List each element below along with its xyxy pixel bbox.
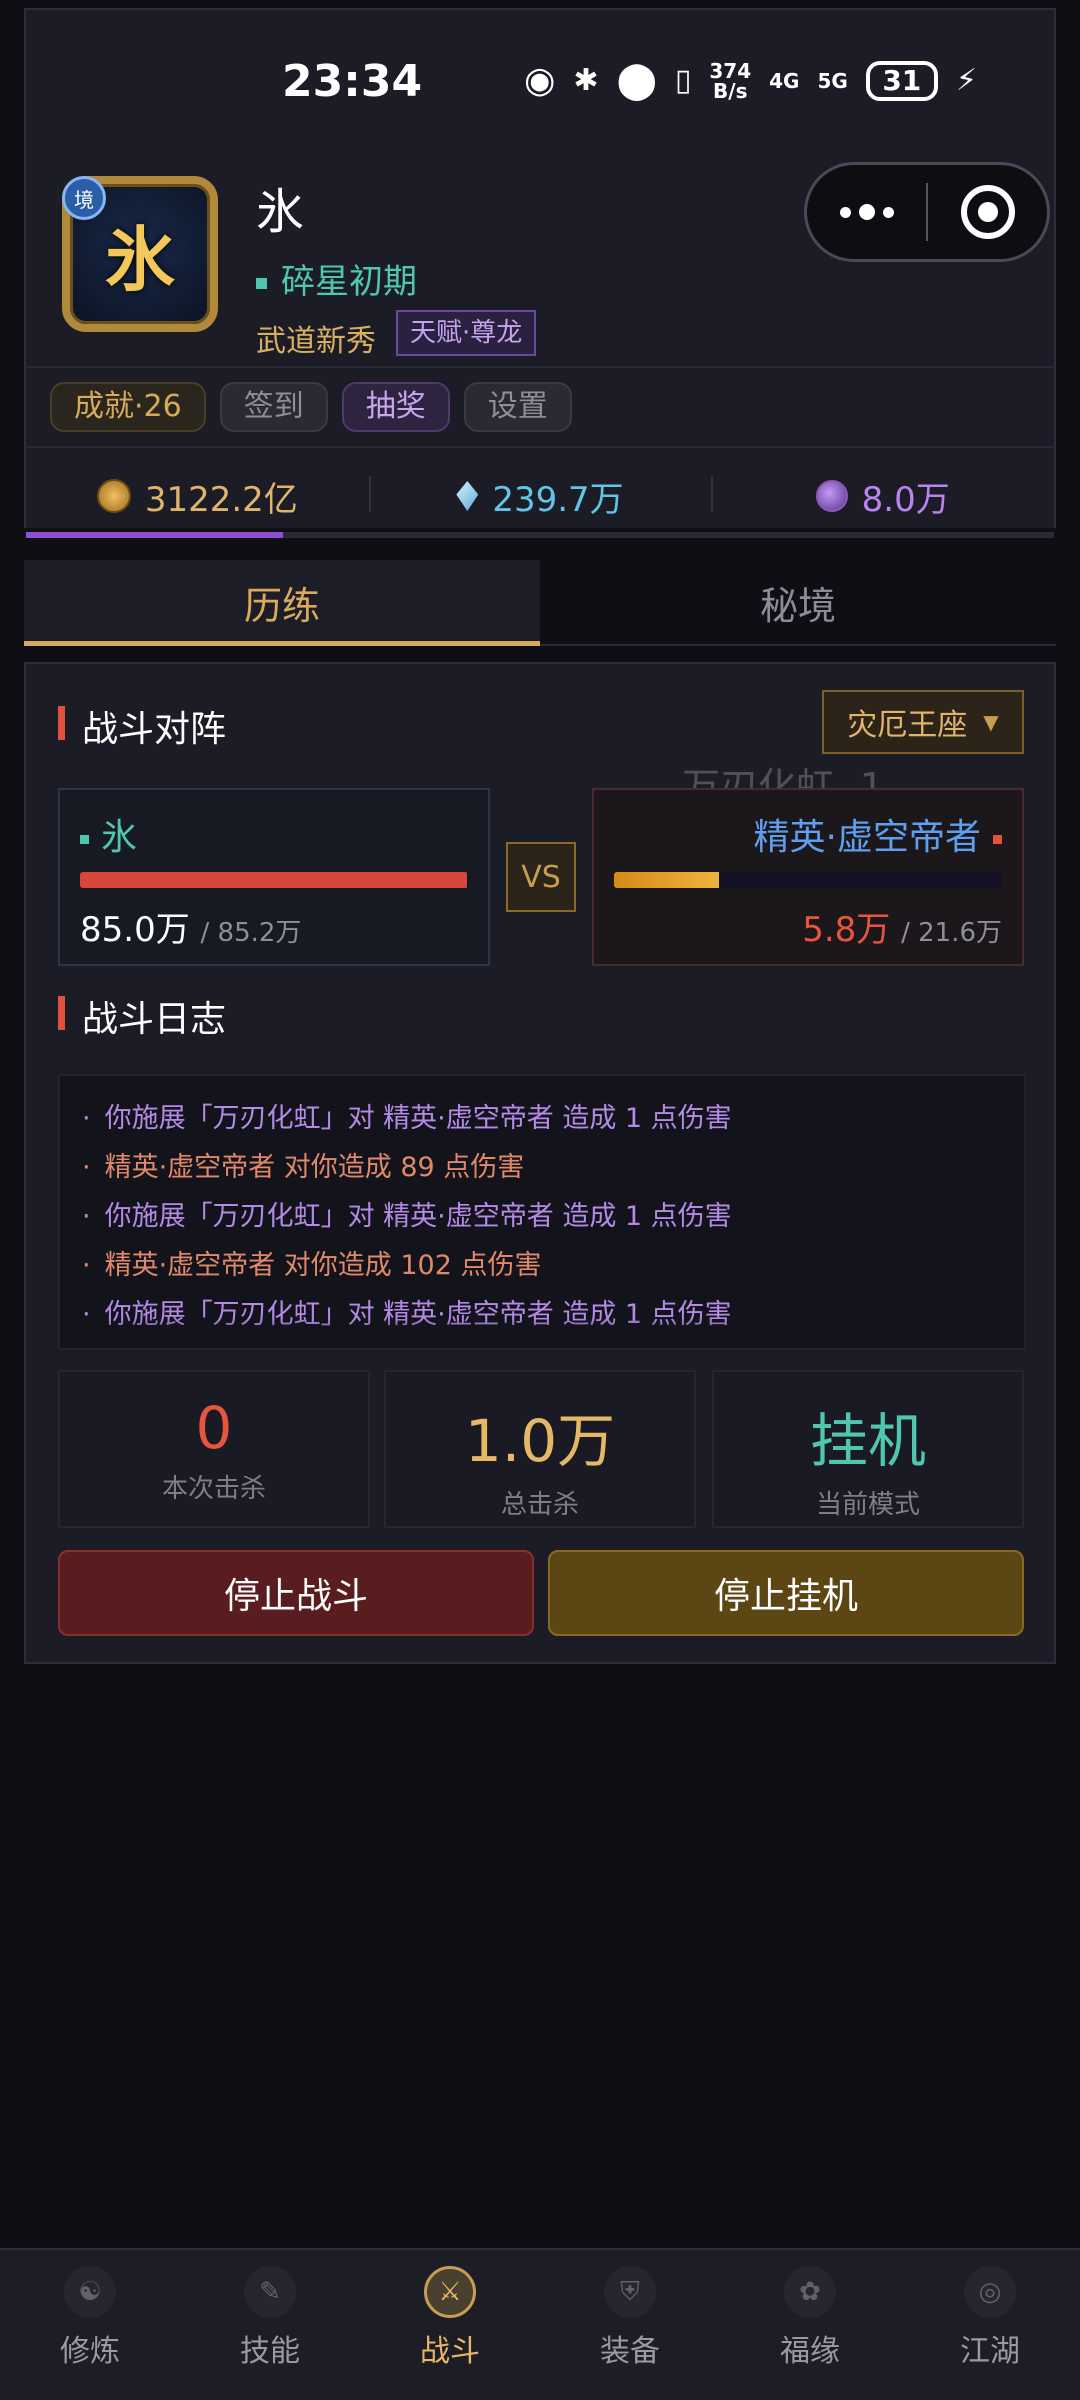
equipment-icon: ⛨ [604, 2266, 656, 2318]
crossed-swords-icon: ⚔ [424, 2266, 476, 2318]
log-line: 你施展「万刃化虹」对 精英·虚空帝者 造成 1 点伤害 [82, 1094, 1002, 1143]
orb-amount: 8.0万 [861, 479, 950, 520]
signal-4g-icon: 4G [769, 68, 800, 93]
miniprogram-capsule [804, 162, 1050, 262]
enemy-hp-bar [614, 872, 1002, 888]
nav-label: 技能 [240, 2334, 300, 2369]
nav-skills[interactable]: ✎ 技能 [180, 2250, 360, 2400]
session-kills-stat: 0 本次击杀 [58, 1370, 370, 1528]
purple-orb-icon [815, 480, 848, 512]
stop-battle-button[interactable]: 停止战斗 [58, 1550, 534, 1636]
cultivate-icon: ☯ [64, 2266, 116, 2318]
status-icons: ◉ ✱ ⬤ ▯ 374 B/s 4G 5G 31 ⚡ [524, 60, 977, 101]
map-dropdown[interactable]: 灾厄王座 ▼ [822, 690, 1024, 754]
achievement-chip[interactable]: 成就·26 [50, 382, 206, 432]
map-dropdown-value: 灾厄王座 [847, 708, 968, 743]
gold-coin-icon [96, 479, 131, 513]
nav-label: 江湖 [960, 2334, 1020, 2369]
log-line: 精英·虚空帝者 对你造成 102 点伤害 [82, 1241, 1002, 1290]
bluetooth-icon: ✱ [573, 63, 599, 98]
current-mode-value: 挂机 [809, 1407, 926, 1475]
settings-chip[interactable]: 设置 [463, 382, 572, 432]
chevron-down-icon: ▼ [983, 710, 999, 734]
log-section-title: 战斗日志 [58, 990, 226, 1042]
avatar[interactable]: 氷 境 [62, 176, 218, 332]
nav-label: 福缘 [780, 2334, 840, 2369]
location-icon: ⬤ [616, 60, 657, 101]
current-mode-stat: 挂机 当前模式 [712, 1370, 1024, 1528]
header-divider [26, 366, 1054, 368]
mode-tabs: 历练 秘境 [24, 560, 1056, 646]
lottery-chip[interactable]: 抽奖 [341, 382, 450, 432]
diamond-amount: 239.7万 [492, 479, 624, 520]
clock: 23:34 [282, 56, 423, 107]
signal-5g-icon: 5G [817, 68, 848, 93]
fortune-icon: ✿ [784, 2266, 836, 2318]
player-hp-bar [80, 872, 468, 888]
session-kills-label: 本次击杀 [161, 1474, 266, 1504]
close-miniprogram-icon[interactable] [928, 185, 1047, 239]
gold-amount: 3122.2亿 [144, 479, 298, 520]
nav-world[interactable]: ◎ 江湖 [900, 2250, 1080, 2400]
battery-icon: 31 [865, 60, 938, 101]
player-fighter-name: 氷 [80, 808, 137, 860]
diamond-currency: 239.7万 [368, 454, 712, 538]
current-mode-label: 当前模式 [815, 1490, 920, 1520]
battle-section-title: 战斗对阵 [58, 700, 226, 752]
tab-secret-realm[interactable]: 秘境 [540, 560, 1056, 644]
status-bar: 23:34 ◉ ✱ ⬤ ▯ 374 B/s 4G 5G 31 ⚡ [24, 8, 1056, 148]
skill-icon: ✎ [244, 2266, 296, 2318]
enemy-hp-text: 5.8万 / 21.6万 [802, 910, 1002, 950]
stop-idle-button[interactable]: 停止挂机 [548, 1550, 1024, 1636]
player-card: 氷 85.0万 / 85.2万 [58, 788, 490, 966]
total-kills-label: 总击杀 [500, 1490, 579, 1520]
realm-badge-icon: 境 [62, 176, 106, 220]
network-speed: 374 B/s [709, 58, 752, 103]
nav-fortune[interactable]: ✿ 福缘 [720, 2250, 900, 2400]
experience-bar [26, 532, 1054, 538]
player-name: 氷 [256, 184, 305, 240]
nav-label: 修炼 [60, 2334, 120, 2369]
eye-icon: ◉ [524, 60, 556, 101]
total-kills-stat: 1.0万 总击杀 [384, 1370, 696, 1528]
talent-tag[interactable]: 天赋·尊龙 [396, 310, 537, 356]
nav-cultivate[interactable]: ☯ 修炼 [0, 2250, 180, 2400]
session-kills-value: 0 [195, 1394, 233, 1462]
player-title: 武道新秀 [256, 324, 376, 359]
player-hp-text: 85.0万 / 85.2万 [80, 910, 302, 950]
total-kills-value: 1.0万 [464, 1407, 616, 1475]
tab-training[interactable]: 历练 [24, 560, 540, 646]
orb-currency: 8.0万 [711, 454, 1054, 538]
more-options-icon[interactable] [807, 204, 926, 220]
charging-icon: ⚡ [955, 63, 977, 98]
gold-currency: 3122.2亿 [26, 454, 369, 538]
vs-badge: VS [506, 842, 576, 912]
log-line: 你施展「万刃化虹」对 精英·虚空帝者 造成 1 点伤害 [82, 1192, 1002, 1241]
nav-label: 装备 [600, 2334, 660, 2369]
enemy-card: 精英·虚空帝者 5.8万 / 21.6万 [592, 788, 1024, 966]
currency-row: 3122.2亿 239.7万 8.0万 [26, 454, 1054, 538]
battle-panel: 战斗对阵 灾厄王座 ▼ 万刃化虹 -1 氷 85.0万 / 85.2万 VS 精… [24, 662, 1056, 1664]
vibrate-icon: ▯ [674, 63, 692, 98]
diamond-icon [456, 481, 479, 511]
avatar-character: 氷 [105, 218, 175, 301]
nav-equipment[interactable]: ⛨ 装备 [540, 2250, 720, 2400]
nav-battle[interactable]: ⚔ 战斗 [360, 2250, 540, 2400]
battle-log[interactable]: 你施展「万刃化虹」对 精英·虚空帝者 造成 1 点伤害 精英·虚空帝者 对你造成… [58, 1074, 1026, 1350]
cultivation-realm: 碎星初期 [256, 254, 417, 303]
chips-divider [26, 446, 1054, 448]
world-icon: ◎ [964, 2266, 1016, 2318]
bottom-nav: ☯ 修炼 ✎ 技能 ⚔ 战斗 ⛨ 装备 ✿ 福缘 ◎ 江湖 [0, 2248, 1080, 2400]
checkin-chip[interactable]: 签到 [219, 382, 328, 432]
enemy-fighter-name: 精英·虚空帝者 [754, 808, 1002, 860]
nav-label: 战斗 [420, 2334, 480, 2369]
log-fade [60, 1318, 1024, 1348]
action-chips: 成就·26 签到 抽奖 设置 [50, 382, 572, 432]
log-line: 精英·虚空帝者 对你造成 89 点伤害 [82, 1143, 1002, 1192]
